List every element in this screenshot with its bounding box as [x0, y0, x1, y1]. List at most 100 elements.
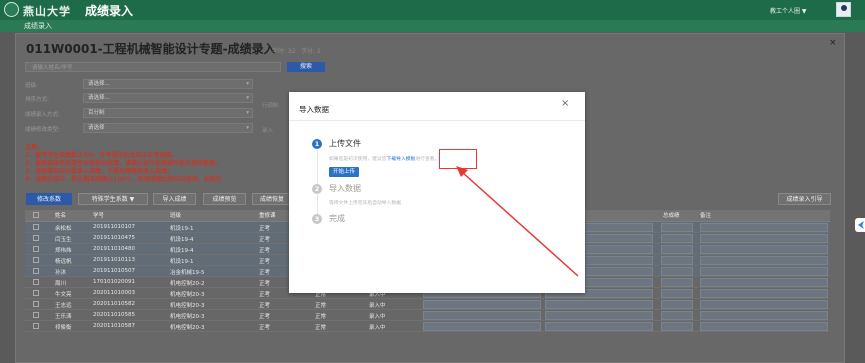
notes-title: 注意: — [25, 144, 40, 151]
remark-input[interactable] — [700, 245, 828, 254]
app-title: 成绩录入 — [85, 4, 134, 18]
cell-student-id: 202011010003 — [93, 290, 135, 296]
column-header: 学号 — [93, 213, 105, 219]
step-3-badge: 3 — [312, 214, 322, 224]
tab-score-entry[interactable]: 成绩录入 — [24, 21, 52, 31]
remark-input[interactable] — [700, 267, 828, 276]
remark-input[interactable] — [700, 311, 828, 320]
cell-name: 周川 — [55, 281, 67, 287]
row-checkbox[interactable] — [33, 235, 39, 241]
select-all-checkbox[interactable] — [33, 212, 39, 218]
remark-input[interactable] — [700, 234, 828, 243]
score-input[interactable] — [545, 322, 653, 331]
table-row[interactable]: 王乐涛 202011010585 机电控制20-3 正考 正常 录入中 — [25, 310, 830, 321]
cell-student-id: 201911010480 — [93, 246, 135, 252]
total-score-field — [661, 267, 693, 276]
score-input[interactable] — [423, 300, 541, 309]
row-checkbox[interactable] — [33, 246, 39, 252]
credit-label: 学分: 2 — [301, 48, 321, 55]
column-header: 重修课 — [259, 213, 276, 219]
dialog-title: 导入数据 — [299, 105, 329, 114]
import-dialog: 导入数据 × 1 上传文件 如果您是初次使用，建议您下载导入模板进行查看。 开始… — [289, 92, 585, 293]
cell-class: 机设19-1 — [170, 259, 194, 265]
step-1-badge: 1 — [312, 139, 322, 149]
cell-name: 牛文亮 — [55, 292, 72, 298]
cell-student-id: 202011010585 — [93, 312, 135, 318]
modify-coefficient-button[interactable]: 修改系数 — [26, 193, 72, 205]
hours-label: 学时: 32 — [272, 48, 296, 55]
close-icon[interactable]: × — [829, 38, 837, 48]
school-logo — [4, 2, 19, 17]
cell-student-id: 201911010107 — [93, 224, 135, 230]
cell-name: 余松松 — [55, 226, 72, 232]
cell-class: 机电控制20-3 — [170, 325, 205, 331]
cell-class: 冶金机械19-5 — [170, 270, 205, 276]
remark-input[interactable] — [700, 289, 828, 298]
row-checkbox[interactable] — [33, 290, 39, 296]
cell-student-id: 201911010475 — [93, 235, 135, 241]
score-input[interactable] — [545, 300, 653, 309]
cell-exam-type: 正考 — [259, 237, 271, 243]
dialog-close-icon[interactable]: × — [561, 98, 569, 109]
cell-class: 机电控制20-3 — [170, 303, 205, 309]
remark-input[interactable] — [700, 256, 828, 265]
filter-label-entry-mode: 成绩录入方式: — [25, 112, 60, 118]
total-score-field — [661, 234, 693, 243]
remark-input[interactable] — [700, 300, 828, 309]
score-input[interactable] — [423, 311, 541, 320]
column-header: 总成绩 — [663, 213, 680, 219]
total-score-field — [661, 311, 693, 320]
cell-class: 机电控制20-3 — [170, 314, 205, 320]
cell-name: 王志远 — [55, 303, 72, 309]
filter-extra-label: 行调制 — [262, 103, 279, 109]
filter-select-sort[interactable]: 请选择... — [83, 93, 253, 103]
top-bar: 燕山大学 成绩录入 教工个人圈 ▼ — [0, 0, 865, 20]
cell-name: 孙沐 — [55, 270, 67, 276]
filter-select-entry-mode[interactable]: 百分制 — [83, 108, 253, 118]
cell-exam-type: 正考 — [259, 248, 271, 254]
cell-status: 正常 — [315, 303, 327, 309]
search-input[interactable]: 请输入姓名/学号 — [25, 62, 281, 72]
remark-input[interactable] — [700, 278, 828, 287]
remark-input[interactable] — [700, 322, 828, 331]
row-checkbox[interactable] — [33, 301, 39, 307]
score-input[interactable] — [423, 322, 541, 331]
total-score-field — [661, 289, 693, 298]
total-score-field — [661, 256, 693, 265]
row-checkbox[interactable] — [33, 323, 39, 329]
search-button[interactable]: 搜索 — [287, 62, 325, 72]
cell-exam-type: 正考 — [259, 281, 271, 287]
avatar[interactable] — [836, 2, 851, 17]
filter-select-class[interactable]: 请选择... — [83, 79, 253, 89]
row-checkbox[interactable] — [33, 279, 39, 285]
step-2-description: 等待文件上传完毕后自动导入数据 — [329, 201, 401, 206]
row-checkbox[interactable] — [33, 268, 39, 274]
step-1-label: 上传文件 — [329, 139, 361, 148]
preview-scores-button[interactable]: 成绩预览 — [203, 193, 246, 205]
cell-name: 闫玉生 — [55, 237, 72, 243]
import-scores-button[interactable]: 导入成绩 — [153, 193, 196, 205]
user-menu[interactable]: 教工个人圈 ▼ — [770, 6, 807, 15]
table-row[interactable]: 祁俊衡 202011010587 机电控制20-3 正考 正常 录入中 — [25, 321, 830, 332]
filter-select-modify-type[interactable]: 请选择 — [83, 123, 253, 133]
row-checkbox[interactable] — [33, 312, 39, 318]
start-upload-button[interactable]: 开始上传 — [329, 167, 359, 177]
cell-student-id: 201911010507 — [93, 268, 135, 274]
restore-scores-button[interactable]: 成绩恢复 — [252, 193, 292, 205]
cell-student-id: 202011010587 — [93, 323, 135, 329]
row-checkbox[interactable] — [33, 224, 39, 230]
download-template-link[interactable]: 下载导入模板 — [387, 157, 416, 162]
table-row[interactable]: 王志远 202011010582 机电控制20-3 正考 正常 录入中 — [25, 299, 830, 310]
score-input[interactable] — [545, 311, 653, 320]
side-tool-icon[interactable] — [855, 218, 865, 232]
dialog-divider — [289, 120, 585, 121]
filter-label-class: 班级: — [25, 83, 38, 89]
remark-input[interactable] — [700, 223, 828, 232]
column-header: 备注 — [700, 213, 712, 219]
cell-exam-type: 正考 — [259, 303, 271, 309]
special-student-coefficient-dropdown[interactable]: 特殊学生系数 ▼ — [78, 193, 148, 205]
cell-class: 机设19-1 — [170, 226, 194, 232]
score-entry-guide-button[interactable]: 成绩录入引导 — [778, 193, 831, 205]
step-1-desc-suffix: 进行查看。 — [415, 157, 440, 162]
row-checkbox[interactable] — [33, 257, 39, 263]
